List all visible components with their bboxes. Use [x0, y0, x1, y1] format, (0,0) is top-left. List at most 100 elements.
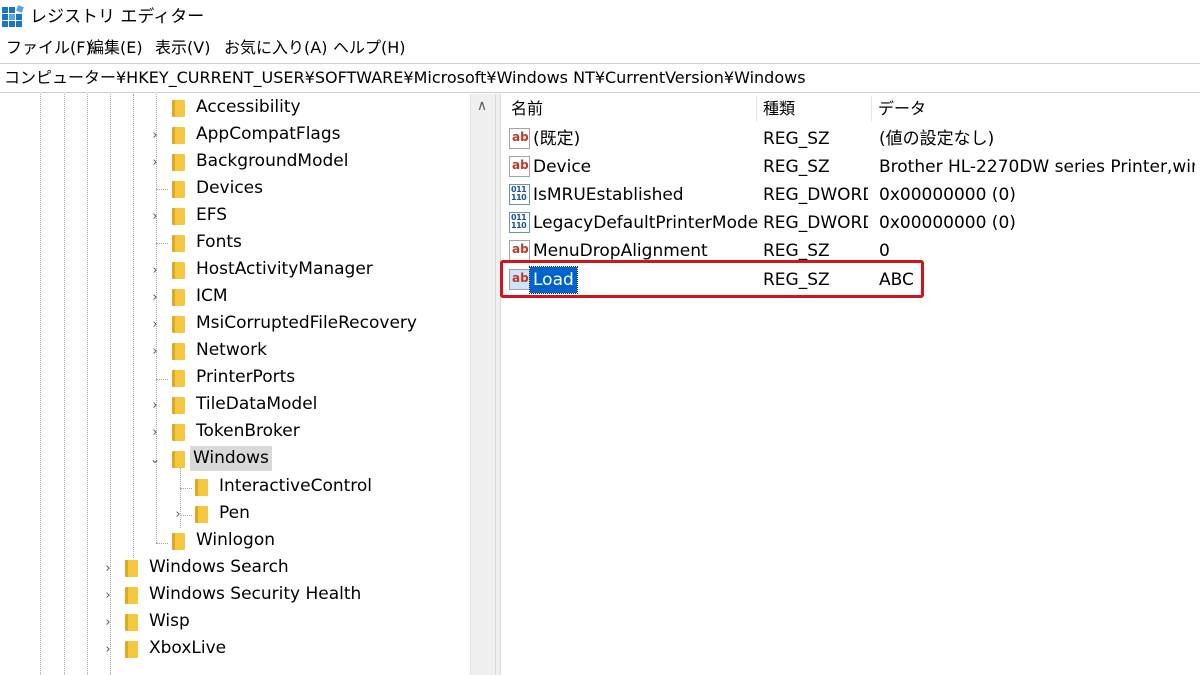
tree-node-label[interactable]: PrinterPorts: [193, 365, 298, 390]
tree-node[interactable]: › BackgroundModel: [0, 149, 470, 176]
chevron-right-icon[interactable]: ›: [147, 311, 163, 338]
tree-node[interactable]: › EFS: [0, 203, 470, 230]
chevron-right-icon[interactable]: ›: [100, 555, 116, 582]
tree-node[interactable]: PrinterPorts: [0, 365, 470, 392]
tree-node-label[interactable]: Devices: [193, 176, 266, 201]
tree-node-label[interactable]: Pen: [216, 501, 253, 526]
tree-node[interactable]: › MsiCorruptedFileRecovery: [0, 311, 470, 338]
tree-node-selected[interactable]: ⌄ Windows: [0, 446, 470, 473]
address-path[interactable]: コンピューター¥HKEY_CURRENT_USER¥SOFTWARE¥Micro…: [4, 67, 806, 89]
value-row[interactable]: 011 110 IsMRUEstablished REG_DWORD 0x000…: [501, 181, 1200, 209]
tree-node[interactable]: Devices: [0, 176, 470, 203]
tree-node-label[interactable]: Windows Security Health: [146, 582, 364, 607]
chevron-right-icon[interactable]: ›: [100, 636, 116, 663]
tree-node[interactable]: › XboxLive: [0, 636, 470, 663]
tree-node-label[interactable]: TileDataModel: [193, 392, 320, 417]
tree-node-label[interactable]: Windows Search: [146, 555, 292, 580]
tree-node[interactable]: › Wisp: [0, 609, 470, 636]
tree-node-label[interactable]: ICM: [193, 284, 231, 309]
dword-value-icon: 011 110: [509, 212, 530, 233]
menu-edit[interactable]: 編集(E): [88, 36, 143, 60]
column-separator[interactable]: [756, 96, 757, 122]
folder-icon: [172, 424, 185, 441]
value-name[interactable]: IsMRUEstablished: [533, 181, 753, 209]
chevron-right-icon[interactable]: ›: [170, 501, 186, 528]
tree-node[interactable]: › Network: [0, 338, 470, 365]
tree-node[interactable]: › TileDataModel: [0, 392, 470, 419]
chevron-down-icon[interactable]: ⌄: [147, 446, 163, 473]
tree-node[interactable]: › ICM: [0, 284, 470, 311]
tree-node-label[interactable]: Wisp: [146, 609, 193, 634]
tree-node[interactable]: › HostActivityManager: [0, 257, 470, 284]
chevron-right-icon[interactable]: ›: [147, 338, 163, 365]
folder-icon: [172, 127, 185, 144]
chevron-right-icon[interactable]: ›: [147, 203, 163, 230]
chevron-right-icon[interactable]: ›: [100, 609, 116, 636]
column-header-type[interactable]: 種類: [763, 96, 795, 122]
value-name[interactable]: LegacyDefaultPrinterMode: [533, 209, 758, 237]
chevron-right-icon[interactable]: ›: [100, 582, 116, 609]
value-name[interactable]: (既定): [533, 125, 753, 153]
menu-file[interactable]: ファイル(F): [6, 36, 92, 60]
tree-node-label[interactable]: EFS: [193, 203, 230, 228]
value-row[interactable]: ab Device REG_SZ Brother HL-2270DW serie…: [501, 153, 1200, 181]
column-header-name[interactable]: 名前: [511, 96, 543, 122]
chevron-right-icon[interactable]: ›: [147, 419, 163, 446]
tree-node-label[interactable]: InteractiveControl: [216, 474, 375, 499]
folder-icon: [172, 370, 185, 387]
menu-help[interactable]: ヘルプ(H): [333, 36, 406, 60]
window-title: レジストリ エディター: [30, 7, 205, 27]
scroll-up-icon[interactable]: ∧: [474, 98, 490, 114]
menu-bar: ファイル(F) 編集(E) 表示(V) お気に入り(A) ヘルプ(H): [0, 36, 1200, 60]
folder-icon: [172, 181, 185, 198]
tree-node[interactable]: › Windows Security Health: [0, 582, 470, 609]
value-row[interactable]: ab (既定) REG_SZ (値の設定なし): [501, 125, 1200, 153]
tree-node-label[interactable]: MsiCorruptedFileRecovery: [193, 311, 420, 336]
column-separator[interactable]: [871, 96, 872, 122]
icon-glyph: ab: [512, 242, 529, 256]
value-data: Brother HL-2270DW series Printer,win...: [879, 157, 1195, 177]
chevron-right-icon[interactable]: ›: [147, 392, 163, 419]
tree-node-label[interactable]: HostActivityManager: [193, 257, 376, 282]
folder-icon: [172, 343, 185, 360]
tree-scrollbar[interactable]: [470, 94, 495, 675]
folder-icon: [172, 289, 185, 306]
chevron-right-icon[interactable]: ›: [147, 284, 163, 311]
tree-node[interactable]: InteractiveControl: [0, 474, 470, 501]
tree-node-label[interactable]: Fonts: [193, 230, 245, 255]
tree-node[interactable]: › TokenBroker: [0, 419, 470, 446]
folder-icon: [172, 397, 185, 414]
icon-glyph: 011 110: [511, 185, 527, 202]
chevron-right-icon[interactable]: ›: [147, 122, 163, 149]
tree-node-label[interactable]: XboxLive: [146, 636, 229, 661]
tree-node[interactable]: › Pen: [0, 501, 470, 528]
tree-node-label[interactable]: BackgroundModel: [193, 149, 351, 174]
tree-node[interactable]: Accessibility: [0, 95, 470, 122]
column-header-data[interactable]: データ: [878, 96, 926, 122]
address-bar[interactable]: コンピューター¥HKEY_CURRENT_USER¥SOFTWARE¥Micro…: [0, 63, 1200, 93]
values-pane[interactable]: 名前 種類 データ ab (既定) REG_SZ (値の設定なし) ab Dev…: [500, 94, 1200, 675]
value-name[interactable]: Device: [533, 153, 753, 181]
tree-node-label[interactable]: TokenBroker: [193, 419, 303, 444]
value-row-selected[interactable]: ab Load REG_SZ ABC: [500, 260, 1200, 298]
title-bar: レジストリ エディター: [0, 0, 1200, 34]
chevron-right-icon[interactable]: ›: [147, 257, 163, 284]
value-type: REG_SZ: [763, 157, 830, 177]
tree-node-label[interactable]: AppCompatFlags: [193, 122, 343, 147]
tree-node-label[interactable]: Accessibility: [193, 95, 304, 120]
icon-glyph: ab: [512, 130, 529, 144]
menu-view[interactable]: 表示(V): [155, 36, 210, 60]
menu-favorites[interactable]: お気に入り(A): [224, 36, 327, 60]
tree-node[interactable]: Winlogon: [0, 528, 470, 555]
tree-node-label[interactable]: Winlogon: [193, 528, 278, 553]
tree-node[interactable]: Fonts: [0, 230, 470, 257]
tree-node-label[interactable]: Windows: [190, 446, 272, 471]
highlight-annotation-box: [500, 260, 924, 298]
tree-node[interactable]: › AppCompatFlags: [0, 122, 470, 149]
chevron-right-icon[interactable]: ›: [147, 149, 163, 176]
tree-node[interactable]: › Windows Search: [0, 555, 470, 582]
tree-node-label[interactable]: Network: [193, 338, 270, 363]
value-data: (値の設定なし): [879, 129, 995, 149]
value-row[interactable]: 011 110 LegacyDefaultPrinterMode REG_DWO…: [501, 209, 1200, 237]
tree-pane[interactable]: Accessibility › AppCompatFlags › Backgro…: [0, 94, 470, 675]
